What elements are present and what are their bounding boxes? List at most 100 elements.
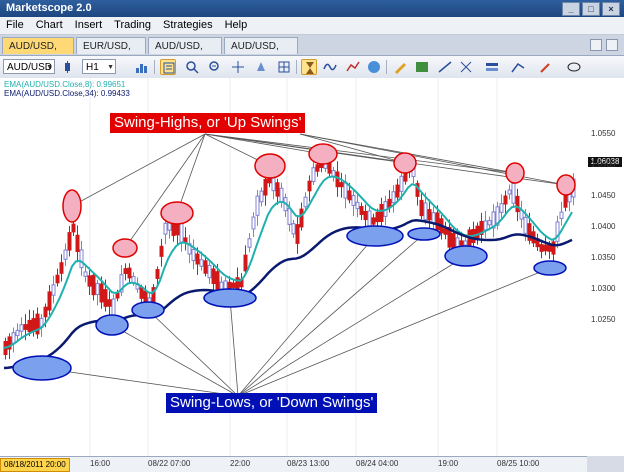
candle-body	[231, 282, 236, 288]
wave-icon[interactable]	[322, 59, 338, 75]
candle-body	[215, 271, 220, 291]
swing-high-marker	[112, 238, 138, 258]
candle-body	[315, 164, 320, 172]
timeframe-select[interactable]: H1 ▼	[82, 59, 116, 74]
price-axis[interactable]: 1.06038 1.0550 1.0500 1.0450 1.0400 1.0350 1.…	[587, 78, 624, 456]
tab-eur-usd-d1[interactable]: EUR/USD, D1	[76, 37, 146, 69]
tab-aud-usd-m1[interactable]: AUD/USD, m1	[148, 37, 222, 69]
ellipse-icon[interactable]	[566, 59, 582, 75]
indicator-icon[interactable]	[345, 59, 361, 75]
swing-high-marker	[62, 189, 82, 223]
close-button[interactable]: ×	[602, 2, 620, 16]
candle-body	[347, 190, 352, 201]
swing-low-connector	[237, 235, 376, 397]
candle-body	[427, 209, 432, 221]
candle-body	[371, 217, 376, 225]
candle-body	[211, 268, 216, 284]
candle-body	[463, 240, 468, 246]
candle-body	[431, 212, 436, 224]
candle-body	[219, 281, 224, 290]
line-tool-icon[interactable]	[437, 59, 453, 75]
menu-trading[interactable]: Trading	[108, 17, 157, 34]
x-tick-label: 19:00	[438, 459, 459, 468]
trend-icon[interactable]	[510, 59, 526, 75]
swing-highs-label: Swing-Highs, or 'Up Swings'	[110, 113, 306, 133]
swing-low-connector	[237, 267, 551, 397]
candle-body	[515, 195, 520, 213]
swing-high-connector	[204, 133, 516, 174]
candle-body	[51, 284, 56, 296]
chart-settings-icon[interactable]	[160, 59, 176, 75]
candle-body	[563, 194, 568, 208]
image-icon[interactable]	[414, 59, 430, 75]
fibonacci-icon[interactable]	[458, 59, 474, 75]
layout-icon[interactable]	[484, 59, 500, 75]
candle-body	[163, 222, 168, 235]
candle-body	[391, 191, 396, 204]
candle-type-icon[interactable]	[60, 59, 76, 75]
menu-help[interactable]: Help	[219, 17, 254, 34]
candle-body	[435, 212, 440, 231]
swing-low-marker	[533, 260, 567, 276]
swing-low-connector	[237, 255, 467, 397]
candle-body	[255, 195, 260, 216]
candle-body	[379, 203, 384, 223]
swing-low-marker	[407, 227, 441, 241]
pencil-icon[interactable]	[392, 59, 408, 75]
candle-body	[275, 182, 280, 197]
zoom-in-icon[interactable]	[184, 59, 200, 75]
zoom-out-icon[interactable]	[207, 59, 223, 75]
menu-file[interactable]: File	[0, 17, 30, 34]
candle-body	[59, 262, 64, 274]
crosshair-icon[interactable]	[230, 59, 246, 75]
ema8-legend: EMA(AUD/USD.Close,8): 0.99651	[4, 80, 126, 89]
drag-icon[interactable]	[253, 59, 269, 75]
candle-body	[199, 259, 204, 267]
candle-body	[299, 208, 304, 228]
swing-high-connector	[176, 133, 206, 214]
menu-chart[interactable]: Chart	[30, 17, 69, 34]
candle-body	[539, 244, 544, 252]
swing-low-marker	[203, 288, 257, 308]
minimize-button[interactable]: _	[562, 2, 580, 16]
globe-icon[interactable]	[366, 59, 382, 75]
candle-body	[295, 224, 300, 244]
maximize-button[interactable]: □	[582, 2, 600, 16]
candle-body	[303, 196, 308, 208]
candle-body	[243, 254, 248, 272]
time-axis[interactable]: 08/18/2011 20:00 16:00 08/22 07:00 22:00 08…	[0, 456, 587, 472]
candle-body	[511, 182, 516, 204]
maximize-chart-icon[interactable]	[606, 39, 618, 51]
candle-body	[475, 225, 480, 239]
candle-body	[55, 274, 60, 284]
restore-chart-icon[interactable]	[590, 39, 602, 51]
candle-body	[155, 269, 160, 279]
swing-high-marker	[505, 162, 525, 184]
window-title: Marketscope 2.0	[6, 2, 92, 14]
menu-insert[interactable]: Insert	[69, 17, 109, 34]
grid-icon[interactable]	[276, 59, 292, 75]
candle-body	[251, 216, 256, 230]
candle-body	[271, 176, 276, 192]
brush-icon[interactable]	[538, 59, 554, 75]
hourglass-icon[interactable]	[301, 59, 317, 75]
candle-body	[259, 190, 264, 203]
ema34-legend: EMA(AUD/USD.Close,34): 0.99433	[4, 89, 130, 98]
menu-strategies[interactable]: Strategies	[157, 17, 219, 34]
candle-body	[179, 221, 184, 243]
candle-body	[79, 249, 84, 269]
candle-body	[43, 306, 48, 318]
tab-aud-usd-m1-2[interactable]: AUD/USD, m1	[224, 37, 298, 69]
candle-body	[95, 282, 100, 296]
symbol-select[interactable]: AUD/USD ▼	[3, 59, 55, 74]
y-tick-label: 1.0400	[591, 222, 616, 231]
y-tick-label: 1.0250	[591, 315, 616, 324]
bar-chart-icon[interactable]	[134, 59, 150, 75]
candle-body	[311, 167, 316, 183]
tab-aud-usd-h1[interactable]: AUD/USD, H1×	[2, 37, 74, 69]
candle-body	[443, 228, 448, 235]
swing-low-marker	[12, 355, 72, 381]
candle-body	[207, 264, 212, 279]
candle-body	[31, 318, 36, 332]
x-tick-label: 08/22 07:00	[148, 459, 191, 468]
